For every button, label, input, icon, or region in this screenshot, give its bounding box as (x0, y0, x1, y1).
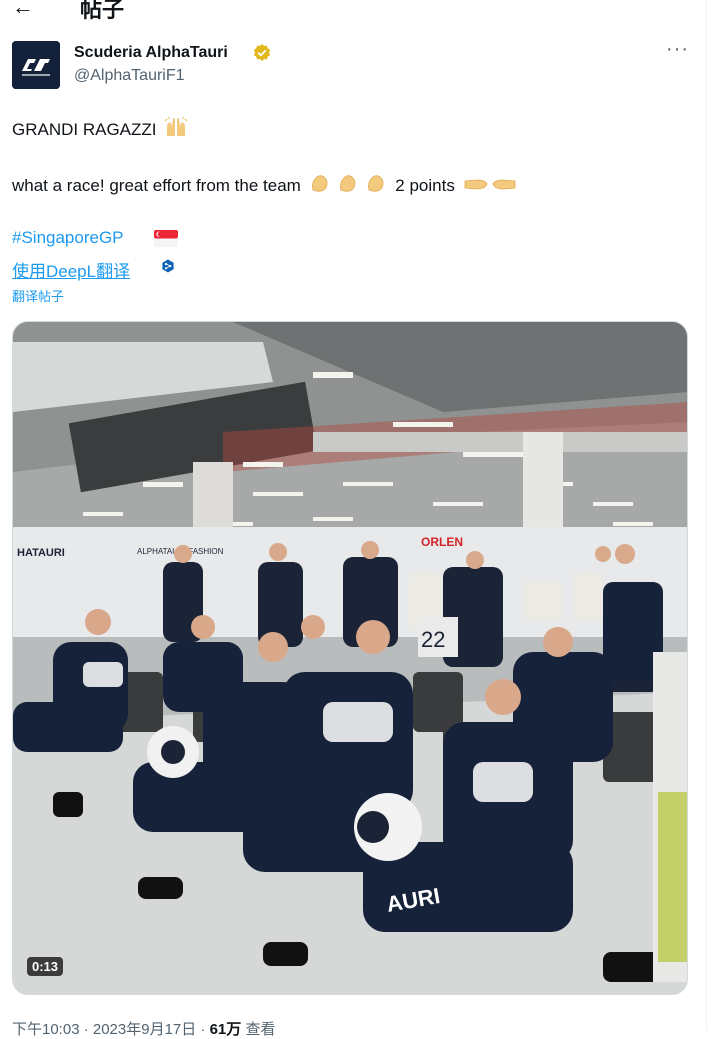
hashtag-link[interactable]: #SingaporeGP (12, 228, 124, 248)
views-label: 查看 (245, 1021, 276, 1038)
tweet-text-points: 2 points (395, 176, 455, 195)
video-frame: HATAURI ALPHATAURI FASHION ORLEN 22 AURI (13, 322, 687, 994)
tweet-text-greeting: GRANDI RAGAZZI (12, 120, 157, 139)
deepl-translate-link[interactable]: 使用DeepL翻译 (12, 257, 130, 282)
avatar[interactable] (12, 41, 60, 89)
video-duration-badge: 0:13 (27, 957, 64, 976)
translate-post-link[interactable]: 翻译帖子 (12, 286, 64, 305)
column-divider (706, 0, 707, 1031)
top-bar: ← 帖子 (0, 0, 720, 26)
page-title: 帖子 (80, 0, 125, 22)
tweet-timestamp: 下午10:03 · 2023年9月17日 · 61万 查看 (12, 1018, 275, 1039)
views-count: 61万 (209, 1021, 242, 1038)
raising-hands-emoji-icon (164, 117, 188, 136)
tweet-text-line-1: GRANDI RAGAZZI (12, 116, 188, 140)
fist-bump-emoji-icon (464, 179, 515, 190)
user-handle[interactable]: @AlphaTauriF1 (74, 67, 185, 85)
tweet-text-line-2: what a race! great effort from the team … (12, 172, 517, 196)
back-arrow-icon[interactable]: ← (12, 0, 34, 20)
more-options-icon[interactable]: ··· (666, 38, 689, 61)
tweet-text-body: what a race! great effort from the team (12, 176, 301, 195)
sponsor-sign: ORLEN (421, 535, 463, 549)
video-player[interactable]: HATAURI ALPHATAURI FASHION ORLEN 22 AURI (12, 321, 688, 995)
wall-sign-left: HATAURI (17, 547, 65, 559)
alphatauri-logo-icon (12, 41, 60, 89)
gold-verified-badge-icon (253, 44, 271, 61)
car-number-sign: 22 (421, 627, 445, 652)
deepl-logo-icon (162, 259, 174, 273)
clapping-hands-emoji-icon (311, 175, 383, 192)
singapore-flag-icon (154, 230, 178, 247)
display-name[interactable]: Scuderia AlphaTauri (74, 44, 228, 62)
timestamp-text[interactable]: 下午10:03 · 2023年9月17日 · (12, 1021, 210, 1038)
